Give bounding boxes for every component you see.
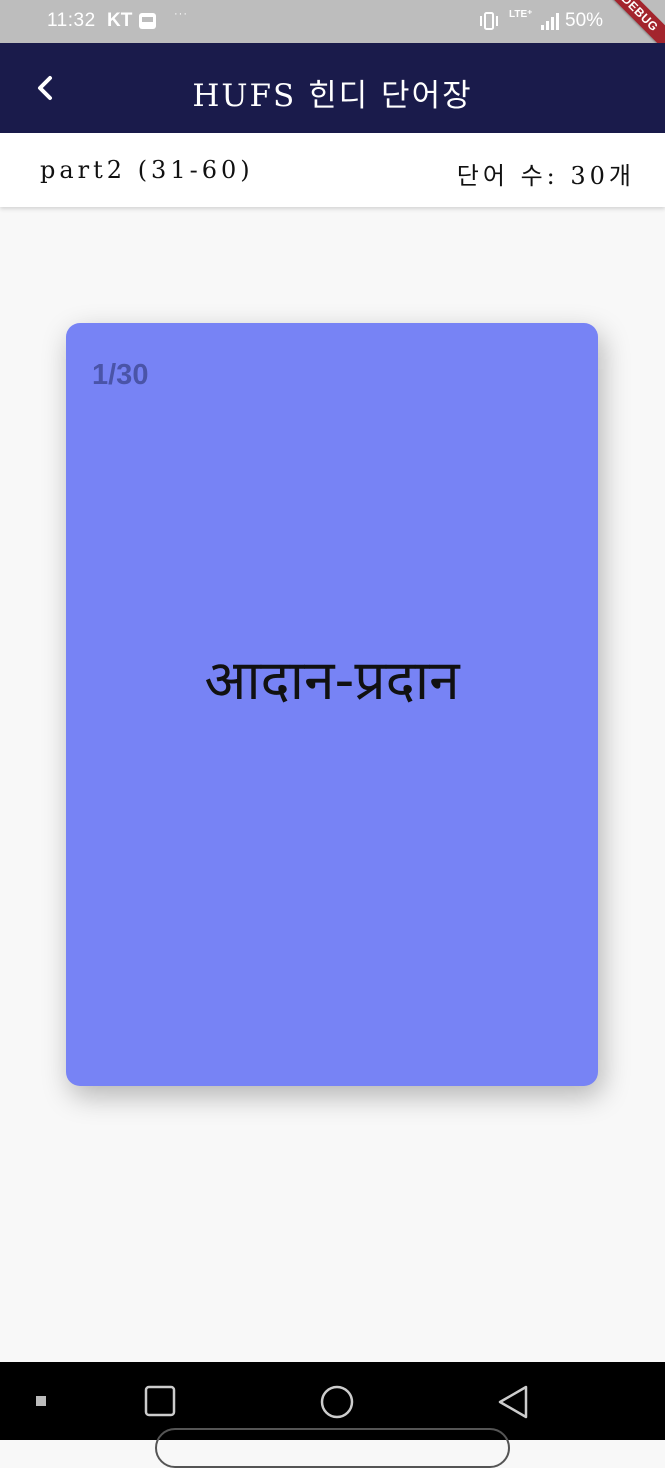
signal-icon <box>541 13 559 30</box>
part-info-bar: part2 (31-60) 단어 수: 30개 <box>0 133 665 207</box>
status-more-dots: ··· <box>174 8 188 20</box>
app-bar: HUFS 힌디 단어장 <box>0 43 665 133</box>
card-counter: 1/30 <box>92 359 149 391</box>
card-word: आदान-प्रदान <box>204 648 460 712</box>
page-title: HUFS 힌디 단어장 <box>192 78 473 114</box>
flash-card[interactable]: 1/30 आदान-प्रदान <box>66 323 598 1086</box>
system-nav-bar <box>0 1362 665 1468</box>
gesture-pill <box>155 1428 510 1468</box>
square-icon[interactable] <box>143 1384 177 1418</box>
triangle-back-icon[interactable] <box>496 1384 530 1420</box>
status-bar: 11:32 KT ··· LTE⁺ 50% DEBUG <box>0 0 665 66</box>
part-label: part2 (31-60) <box>40 156 254 184</box>
lte-indicator: LTE⁺ <box>509 9 533 20</box>
menu-dot-icon <box>36 1396 46 1406</box>
vibrate-icon <box>480 12 498 30</box>
circle-icon[interactable] <box>319 1384 355 1420</box>
status-carrier: KT <box>107 10 133 31</box>
battery-percent: 50% <box>565 10 604 31</box>
word-count-label: 단어 수: 30개 <box>456 162 635 190</box>
status-time: 11:32 <box>47 10 96 31</box>
inbox-icon <box>139 13 156 29</box>
